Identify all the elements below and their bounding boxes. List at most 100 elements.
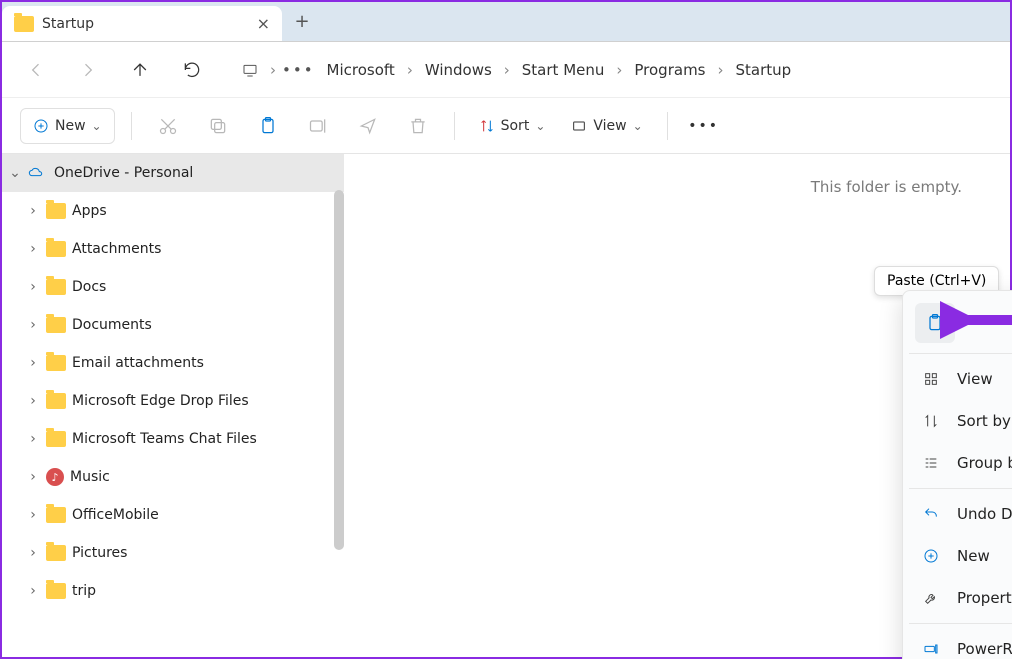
crumb-startmenu[interactable]: Start Menu bbox=[516, 57, 611, 83]
ctx-powerrename[interactable]: PowerRename bbox=[909, 628, 1012, 659]
sort-button[interactable]: Sort ⌄ bbox=[471, 108, 554, 144]
chevron-right-icon[interactable]: › bbox=[26, 507, 40, 523]
wrench-icon bbox=[921, 588, 941, 608]
ctx-label: Properties bbox=[957, 589, 1012, 607]
sidebar-item-label: Pictures bbox=[72, 545, 127, 561]
sort-icon bbox=[479, 118, 495, 134]
sidebar-item-apps[interactable]: › Apps bbox=[2, 192, 344, 230]
sidebar-item-label: Apps bbox=[72, 203, 107, 219]
overflow-icon[interactable]: ••• bbox=[282, 61, 315, 79]
up-button[interactable] bbox=[126, 52, 154, 88]
sidebar-item-teams-chat[interactable]: › Microsoft Teams Chat Files bbox=[2, 420, 344, 458]
chevron-right-icon[interactable]: › bbox=[26, 241, 40, 257]
crumb-programs[interactable]: Programs bbox=[628, 57, 711, 83]
tab-startup[interactable]: Startup × bbox=[2, 6, 282, 41]
ctx-label: Undo Delete bbox=[957, 505, 1012, 523]
copy-button[interactable] bbox=[198, 108, 238, 144]
folder-icon bbox=[46, 393, 66, 409]
sort-icon bbox=[921, 411, 941, 431]
chevron-down-icon[interactable]: ⌄ bbox=[8, 165, 22, 181]
folder-icon bbox=[46, 507, 66, 523]
more-button[interactable]: ••• bbox=[684, 108, 724, 144]
back-button[interactable] bbox=[22, 52, 50, 88]
chevron-right-icon: › bbox=[504, 61, 510, 79]
share-button[interactable] bbox=[348, 108, 388, 144]
sidebar-item-pictures[interactable]: › Pictures bbox=[2, 534, 344, 572]
chevron-right-icon: › bbox=[407, 61, 413, 79]
tab-bar: Startup × + bbox=[2, 2, 1010, 42]
new-button[interactable]: New ⌄ bbox=[20, 108, 115, 144]
sidebar: ⌄ OneDrive - Personal › Apps › Attachments… bbox=[2, 154, 344, 657]
sidebar-item-label: Music bbox=[70, 469, 110, 485]
sidebar-root-label: OneDrive - Personal bbox=[54, 165, 193, 181]
crumb-microsoft[interactable]: Microsoft bbox=[321, 57, 401, 83]
paste-button[interactable] bbox=[248, 108, 288, 144]
music-icon: ♪ bbox=[46, 468, 64, 486]
ctx-label: View bbox=[957, 370, 993, 388]
folder-icon bbox=[46, 355, 66, 371]
sidebar-item-label: Microsoft Teams Chat Files bbox=[72, 431, 257, 447]
sidebar-item-edge-drop[interactable]: ›Microsoft Edge Drop Files bbox=[2, 382, 344, 420]
pc-icon[interactable] bbox=[236, 52, 264, 88]
chevron-right-icon[interactable]: › bbox=[26, 431, 40, 447]
sidebar-item-docs[interactable]: ›Docs bbox=[2, 268, 344, 306]
chevron-down-icon: ⌄ bbox=[633, 119, 643, 133]
separator bbox=[454, 112, 455, 140]
content-area: ⌄ OneDrive - Personal › Apps › Attachments… bbox=[2, 154, 1010, 657]
chevron-right-icon[interactable]: › bbox=[26, 469, 40, 485]
plus-circle-icon bbox=[921, 546, 941, 566]
chevron-right-icon[interactable]: › bbox=[26, 279, 40, 295]
sidebar-item-label: Attachments bbox=[72, 241, 161, 257]
rename-button[interactable] bbox=[298, 108, 338, 144]
tab-title: Startup bbox=[42, 16, 94, 32]
sort-label: Sort bbox=[501, 118, 530, 134]
chevron-right-icon[interactable]: › bbox=[26, 317, 40, 333]
crumb-startup[interactable]: Startup bbox=[730, 57, 798, 83]
group-icon bbox=[921, 453, 941, 473]
refresh-button[interactable] bbox=[178, 52, 206, 88]
ctx-group[interactable]: Group by › bbox=[909, 442, 1012, 484]
navigation-bar: › ••• Microsoft › Windows › Start Menu ›… bbox=[2, 42, 1010, 98]
context-menu: View › Sort by › Group by › Undo Delete … bbox=[902, 290, 1012, 659]
sidebar-root-onedrive[interactable]: ⌄ OneDrive - Personal bbox=[2, 154, 344, 192]
folder-icon bbox=[46, 583, 66, 599]
separator bbox=[909, 353, 1012, 354]
chevron-right-icon[interactable]: › bbox=[26, 393, 40, 409]
sidebar-item-attachments[interactable]: › Attachments bbox=[2, 230, 344, 268]
main-pane[interactable]: This folder is empty. Paste (Ctrl+V) Vie… bbox=[344, 154, 1010, 657]
chevron-right-icon: › bbox=[616, 61, 622, 79]
paste-icon bbox=[925, 313, 945, 333]
ctx-label: PowerRename bbox=[957, 640, 1012, 658]
separator bbox=[131, 112, 132, 140]
scrollbar[interactable] bbox=[334, 190, 344, 550]
ctx-label: Sort by bbox=[957, 412, 1011, 430]
ctx-properties[interactable]: Properties Alt+Enter bbox=[909, 577, 1012, 619]
view-icon bbox=[571, 118, 587, 134]
cut-button[interactable] bbox=[148, 108, 188, 144]
new-tab-button[interactable]: + bbox=[282, 2, 322, 41]
folder-icon bbox=[46, 545, 66, 561]
chevron-right-icon[interactable]: › bbox=[26, 583, 40, 599]
sidebar-item-music[interactable]: › ♪ Music bbox=[2, 458, 344, 496]
ctx-sort[interactable]: Sort by › bbox=[909, 400, 1012, 442]
chevron-right-icon[interactable]: › bbox=[26, 203, 40, 219]
sidebar-item-trip[interactable]: ›trip bbox=[2, 572, 344, 610]
breadcrumb: › ••• Microsoft › Windows › Start Menu ›… bbox=[236, 52, 797, 88]
sidebar-item-officemobile[interactable]: ›OfficeMobile bbox=[2, 496, 344, 534]
ctx-new[interactable]: New › bbox=[909, 535, 1012, 577]
chevron-right-icon: › bbox=[718, 61, 724, 79]
delete-button[interactable] bbox=[398, 108, 438, 144]
crumb-windows[interactable]: Windows bbox=[419, 57, 498, 83]
sidebar-item-email-attachments[interactable]: ›Email attachments bbox=[2, 344, 344, 382]
view-button[interactable]: View ⌄ bbox=[563, 108, 650, 144]
forward-button[interactable] bbox=[74, 52, 102, 88]
chevron-right-icon[interactable]: › bbox=[26, 355, 40, 371]
sidebar-item-documents[interactable]: ›Documents bbox=[2, 306, 344, 344]
ctx-view[interactable]: View › bbox=[909, 358, 1012, 400]
ctx-paste-button[interactable] bbox=[915, 303, 955, 343]
ctx-label: New bbox=[957, 547, 990, 565]
folder-icon bbox=[46, 241, 66, 257]
ctx-undo[interactable]: Undo Delete Ctrl+Z bbox=[909, 493, 1012, 535]
close-icon[interactable]: × bbox=[257, 14, 270, 33]
chevron-right-icon[interactable]: › bbox=[26, 545, 40, 561]
